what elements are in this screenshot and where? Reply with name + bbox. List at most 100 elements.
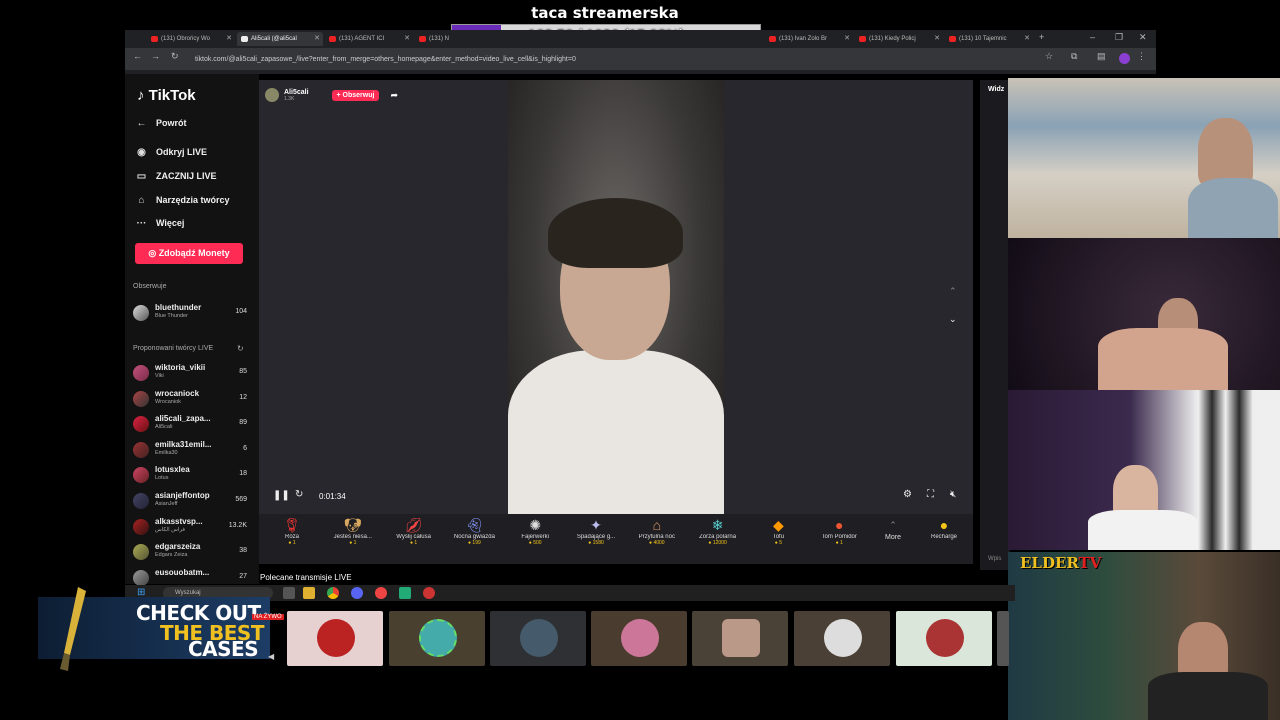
camera-icon: ▭ [136,170,147,182]
viewer-count: 85 [239,368,247,375]
browser-tab[interactable]: (131) Ivan Zolo Br ✕ [765,32,853,46]
gift-item[interactable]: ✦ Spadające g... ● 1580 [567,516,625,546]
gift-item[interactable]: ❄ Zorza polarna ● 12000 [689,516,747,546]
avatar [133,305,149,321]
suggested-creator[interactable]: alkasstvsp... فراس الكاس 13.2K [133,516,247,538]
suggested-creator[interactable]: lotusxlea Lotus 18 [133,464,247,486]
gift-item[interactable]: 💋︎ Wyślij całusa ● 1 [385,516,443,546]
recommended-live-tile[interactable] [794,611,890,666]
fullscreen-icon[interactable]: ⛶ [927,489,934,500]
browser-tab[interactable]: (131) 10 Tajemnic ✕ [945,32,1033,46]
recommended-live-tile[interactable] [490,611,586,666]
extensions-icon[interactable]: ⧉ [1071,51,1077,62]
maximize-icon[interactable]: ❐ [1115,32,1123,43]
creator-name: edgarszeiza [155,542,201,552]
close-icon[interactable]: ✕ [1024,32,1030,46]
discord-icon[interactable] [351,587,363,599]
suggested-creator[interactable]: asianjeffontop AsianJeff 569 [133,490,247,512]
sidepanel-icon[interactable]: ▤ [1097,51,1106,62]
app-icon[interactable] [375,587,387,599]
chevron-up-icon[interactable]: ⌃ [949,286,957,297]
gift-item[interactable]: 🐶︎ Jesteś niesa... ● 1 [324,516,382,546]
volume-icon[interactable]: ◀ [268,652,274,661]
tiktok-sidebar: ♪ TikTok ← Powrót ◉ Odkryj LIVE ▭ ZACZNIJ L… [125,74,259,586]
gift-item[interactable]: 👻︎ Nocna gwiazda ● 199 [445,516,503,546]
pause-icon[interactable]: ❚❚ [273,490,290,501]
chevron-down-icon[interactable]: ⌄ [949,314,957,325]
explorer-icon[interactable] [303,587,315,599]
minimize-icon[interactable]: – [1090,32,1095,42]
profile-avatar[interactable] [1119,53,1130,64]
back-icon[interactable]: ← [133,51,142,61]
dog-icon: 🐶︎ [343,517,362,533]
browser-tab[interactable]: (131) N [415,32,451,46]
recommended-live-tile[interactable] [591,611,687,666]
gift-more-button[interactable]: ⌃ More [864,516,922,541]
share-icon[interactable]: ➦ [390,90,398,101]
more-icon: ··· [136,217,147,229]
streamer-shirt [508,350,724,514]
close-icon[interactable]: ✕ [844,32,850,46]
gift-item[interactable]: ⌂ Przytulna noc ● 4000 [628,516,686,546]
chrome-icon[interactable] [327,587,339,599]
task-view-icon[interactable] [283,587,295,599]
gift-item[interactable]: ✺ Fajerwerki ● 500 [506,516,564,546]
bookmark-star-icon[interactable]: ☆ [1045,51,1053,62]
streamer-info[interactable]: Ali5cali 1.3K + Obserwuj ➦ [265,86,398,104]
suggested-creator[interactable]: edgarszeiza Edgars Zeiza 38 [133,541,247,563]
browser-tab-active[interactable]: Ali5cali (@ali5cal ✕ [237,32,323,46]
recommended-live-tile[interactable] [997,611,1009,666]
recommended-live-tile[interactable] [692,611,788,666]
suggested-creator[interactable]: emilka31emil... Emilka30 6 [133,439,247,461]
close-icon[interactable]: ✕ [314,32,320,46]
avatar [722,619,760,657]
suggested-creator[interactable]: ali5cali_zapa... Ali5cali 89 [133,413,247,435]
recharge-button[interactable]: ● Recharge [915,516,973,540]
creator-name: ali5cali_zapa... [155,414,211,424]
recommended-live-tile[interactable] [389,611,485,666]
refresh-icon[interactable]: ↻ [295,489,303,500]
live-player[interactable]: Ali5cali 1.3K + Obserwuj ➦ ❚❚ ↻ 0:01:34 … [259,80,973,514]
settings-icon[interactable]: ⚙ [903,489,912,500]
browser-tab[interactable]: (131) Obrońcy Wo ✕ [147,32,235,46]
close-icon[interactable]: ✕ [226,32,232,46]
browser-tab[interactable]: (131) Kiedy Policj ✕ [855,32,943,46]
close-icon[interactable]: ✕ [934,32,940,46]
recommended-live-tile[interactable] [287,611,383,666]
suggested-creator[interactable]: wiktoria_vikii Viki 85 [133,362,247,384]
tiktok-logo[interactable]: ♪ TikTok [137,87,196,104]
mute-icon[interactable]: 🔇︎ [950,489,956,500]
following-item[interactable]: bluethunder Blue Thunder 104 [133,302,247,324]
new-tab-icon[interactable]: + [1039,32,1044,42]
nav-more[interactable]: ··· Więcej [135,215,185,231]
nav-discover-live[interactable]: ◉ Odkryj LIVE [135,144,207,160]
live-video-feed[interactable] [508,80,724,514]
nav-back[interactable]: ← Powrót [135,115,187,131]
app-icon[interactable] [399,587,411,599]
close-window-icon[interactable]: ✕ [1139,32,1147,43]
url-field[interactable]: tiktok.com/@ali5cali_zapasowe_/live?ente… [187,52,1047,67]
nav-start-live[interactable]: ▭ ZACZNIJ LIVE [135,168,217,184]
gift-item[interactable]: ◆ Tofu ● 5 [749,516,807,546]
browser-tab[interactable]: (131) AGENT ICI ✕ [325,32,413,46]
menu-kebab-icon[interactable]: ⋮ [1137,51,1146,62]
viewer-count: 38 [239,547,247,555]
forward-icon[interactable]: → [151,51,160,61]
reload-icon[interactable]: ↻ [171,51,179,62]
viewer-count: 13.2K [228,521,247,529]
gift-item[interactable]: ● Tom Pomidor ● 1 [810,516,868,546]
creator-name: lotusxlea [155,465,190,475]
suggested-creator[interactable]: wrocaniock Wrocaniok 12 [133,388,247,410]
youtube-icon [419,36,426,42]
recommended-title: Polecane transmisje LIVE [260,573,352,582]
app-icon[interactable] [423,587,435,599]
nav-creator-tools[interactable]: ⌂ Narzędzia twórcy [135,192,229,208]
recommended-live-tile[interactable] [896,611,992,666]
get-coins-button[interactable]: ◎ Zdobądź Monety [135,243,243,264]
gift-item[interactable]: 🌹︎ Róża ● 1 [263,516,321,546]
close-icon[interactable]: ✕ [404,32,410,46]
chat-input[interactable]: Wpis [988,556,1001,562]
follow-button[interactable]: + Obserwuj [331,89,380,101]
creator-subtitle: Ali5cali [155,424,173,431]
refresh-icon[interactable]: ↻ [237,344,244,353]
